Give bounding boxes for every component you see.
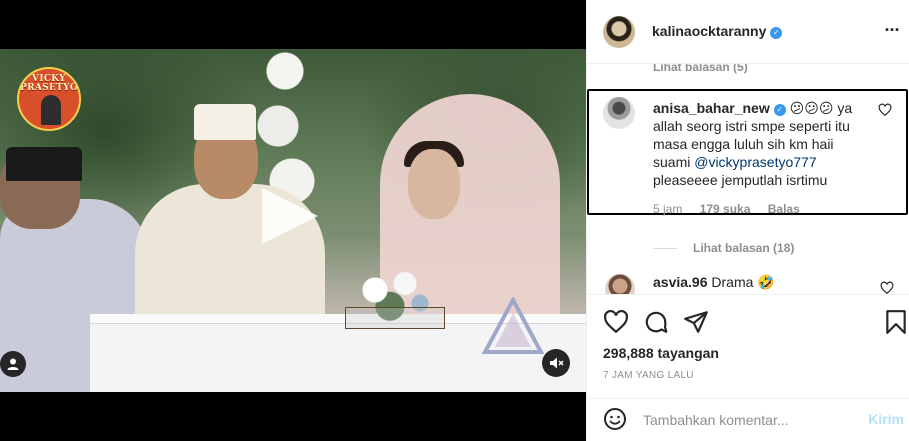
author-username[interactable]: kalinaocktaranny	[652, 23, 766, 39]
comment-input[interactable]	[643, 409, 853, 431]
post-actions: 298,888 tayangan 7 JAM YANG LALU	[587, 294, 909, 398]
comment-text: asvia.96 Drama 🤣	[653, 274, 775, 291]
glass-box	[345, 307, 445, 329]
comment-text: anisa_bahar_new ✓ 😕😕😕 ya allah seorg istr…	[653, 99, 873, 189]
post-side-panel: kalinaocktaranny ✓ ··· Lihat balasan (5) …	[586, 0, 909, 441]
commenter-username[interactable]: anisa_bahar_new	[653, 100, 770, 116]
logo-text-line2: PRASETYO	[20, 83, 78, 93]
channel-logo: VICKY PRASETYO	[17, 67, 81, 131]
reply-button[interactable]: Balas	[768, 202, 800, 216]
view-count[interactable]: 298,888 tayangan	[603, 345, 719, 361]
share-paper-plane-icon[interactable]	[683, 309, 709, 335]
commenter-username[interactable]: asvia.96	[653, 274, 708, 290]
view-replies-link[interactable]: Lihat balasan (18)	[653, 241, 794, 255]
comment-emojis: 😕😕😕	[789, 100, 834, 116]
speaker-muted-icon	[550, 357, 564, 369]
user-icon	[7, 358, 19, 370]
comment-body-end: pleaseeee jemputlah isrtimu	[653, 172, 828, 188]
triangle-watermark-icon	[482, 297, 544, 354]
verified-badge-icon: ✓	[773, 104, 786, 116]
comment-likes[interactable]: 179 suka	[700, 202, 751, 216]
commenter-avatar[interactable]	[605, 274, 635, 294]
mute-button[interactable]	[542, 349, 570, 377]
commenter-avatar[interactable]	[603, 97, 635, 129]
play-icon[interactable]	[258, 184, 322, 248]
comment-body: Drama 🤣	[711, 274, 775, 290]
logo-figure	[41, 95, 61, 125]
view-replies-link[interactable]: Lihat balasan (5)	[653, 64, 748, 74]
comments-list[interactable]: Lihat balasan (5) anisa_bahar_new ✓ 😕😕😕 y…	[587, 64, 909, 294]
post-header: kalinaocktaranny ✓ ···	[587, 0, 909, 64]
post-comment-button[interactable]: Kirim	[868, 411, 904, 427]
comment-bubble-icon[interactable]	[643, 309, 669, 335]
like-comment-heart-icon[interactable]	[880, 281, 894, 294]
mention-link[interactable]: @vickyprasetyo777	[694, 154, 816, 170]
comment-time[interactable]: 5 jam	[653, 202, 682, 216]
verified-badge-icon: ✓	[770, 27, 783, 39]
like-heart-icon[interactable]	[603, 309, 629, 335]
more-options-icon[interactable]: ···	[880, 18, 904, 42]
like-comment-heart-icon[interactable]	[878, 103, 892, 117]
emoji-icon[interactable]	[603, 407, 627, 431]
add-comment-bar: Kirim	[587, 398, 909, 441]
save-bookmark-icon[interactable]	[883, 309, 909, 335]
tagged-user-button[interactable]	[0, 351, 26, 377]
author-avatar[interactable]	[603, 16, 635, 48]
post-media: VICKY PRASETYO	[0, 0, 586, 441]
groom-cap	[194, 104, 256, 140]
comment-meta: 5 jam 179 suka Balas	[653, 202, 814, 216]
guest-cap	[6, 147, 82, 181]
bride-face	[408, 149, 460, 219]
video-player[interactable]: VICKY PRASETYO	[0, 49, 586, 392]
highlighted-comment: anisa_bahar_new ✓ 😕😕😕 ya allah seorg istr…	[587, 89, 908, 216]
post-timestamp[interactable]: 7 JAM YANG LALU	[603, 370, 694, 381]
